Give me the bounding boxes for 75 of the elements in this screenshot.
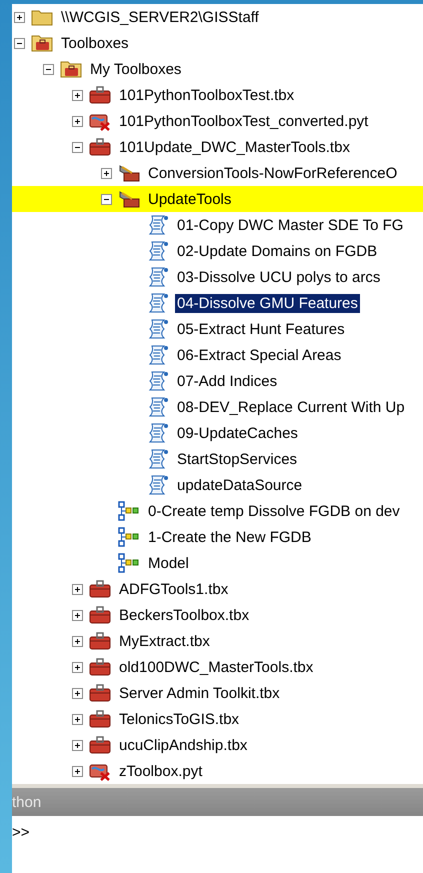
script-icon [147,345,169,365]
script-icon [147,293,169,313]
tree-item[interactable]: StartStopServices [175,450,300,468]
script-icon [147,241,169,261]
expander-toggle[interactable] [14,12,25,22]
expander-toggle[interactable] [101,168,112,178]
expander-toggle[interactable] [72,610,83,620]
expander-toggle[interactable] [72,740,83,750]
script-icon [147,371,169,391]
tree-item[interactable]: MyExtract.tbx [117,632,212,650]
panel-title: thon [12,794,42,810]
script-icon [147,319,169,339]
toolbox-icon [89,605,111,625]
tree-item[interactable]: 08-DEV_Replace Current With Up [175,398,407,416]
tree-item[interactable]: 03-Dissolve UCU polys to arcs [175,268,382,286]
tree-item[interactable]: 02-Update Domains on FGDB [175,242,380,260]
toolset-icon [118,163,140,183]
tree-item[interactable]: Model [146,554,191,572]
tree-item[interactable]: \\WCGIS_SERVER2\GISStaff [59,8,261,26]
toolbox-icon [89,579,111,599]
toolbox-icon [89,137,111,157]
tree-item[interactable]: 0-Create temp Dissolve FGDB on dev [146,502,402,520]
tree-item[interactable]: ConversionTools-NowForReferenceO [146,164,400,182]
tree-item[interactable]: Toolboxes [59,34,131,52]
tree-item[interactable]: 07-Add Indices [175,372,280,390]
tree-item[interactable]: My Toolboxes [88,60,184,78]
tree-item[interactable]: 101PythonToolboxTest_converted.pyt [117,112,370,130]
expander-toggle[interactable] [72,636,83,646]
script-icon [147,423,169,443]
toolbox-icon [89,709,111,729]
tree-item[interactable]: BeckersToolbox.tbx [117,606,252,624]
tree-item[interactable]: 09-UpdateCaches [175,424,300,442]
expander-toggle[interactable] [14,38,25,48]
expander-toggle[interactable] [72,116,83,126]
script-icon [147,397,169,417]
expander-toggle[interactable] [72,662,83,672]
tree-item[interactable]: 06-Extract Special Areas [175,346,344,364]
tree-item[interactable]: ucuClipAndship.tbx [117,736,250,754]
toolbox-folder-icon [60,59,82,79]
tree-item[interactable]: 101PythonToolboxTest.tbx [117,86,296,104]
expander-toggle[interactable] [72,142,83,152]
toolbox-icon [89,631,111,651]
model-icon [118,527,140,547]
toolset-icon [118,189,140,209]
expander-toggle[interactable] [101,194,112,204]
script-icon [147,215,169,235]
tree-item[interactable]: 01-Copy DWC Master SDE To FG [175,216,406,234]
tree-item[interactable]: 1-Create the New FGDB [146,528,314,546]
script-icon [147,475,169,495]
expander-toggle[interactable] [72,714,83,724]
model-icon [118,553,140,573]
toolbox-icon [89,85,111,105]
expander-toggle[interactable] [43,64,54,74]
tree-item[interactable]: UpdateTools [146,190,234,208]
expander-toggle[interactable] [72,584,83,594]
script-icon [147,449,169,469]
tree-item[interactable]: TelonicsToGIS.tbx [117,710,242,728]
tree-item[interactable]: ADFGTools1.tbx [117,580,230,598]
expander-toggle[interactable] [72,90,83,100]
tree-item[interactable]: 101Update_DWC_MasterTools.tbx [117,138,352,156]
tree-item[interactable]: 04-Dissolve GMU Features [175,294,360,312]
tree-item[interactable]: 05-Extract Hunt Features [175,320,347,338]
expander-toggle[interactable] [72,766,83,776]
toolbox-folder-icon [31,33,53,53]
tree-item[interactable]: Server Admin Toolkit.tbx [117,684,282,702]
console-prompt: >> [12,824,30,841]
tree-item[interactable]: old100DWC_MasterTools.tbx [117,658,316,676]
toolbox-icon [89,683,111,703]
tree-item[interactable]: zToolbox.pyt [117,762,204,780]
toolbox-icon [89,735,111,755]
tree-item[interactable]: updateDataSource [175,476,304,494]
script-icon [147,267,169,287]
model-icon [118,501,140,521]
expander-toggle[interactable] [72,688,83,698]
toolbox-icon [89,657,111,677]
